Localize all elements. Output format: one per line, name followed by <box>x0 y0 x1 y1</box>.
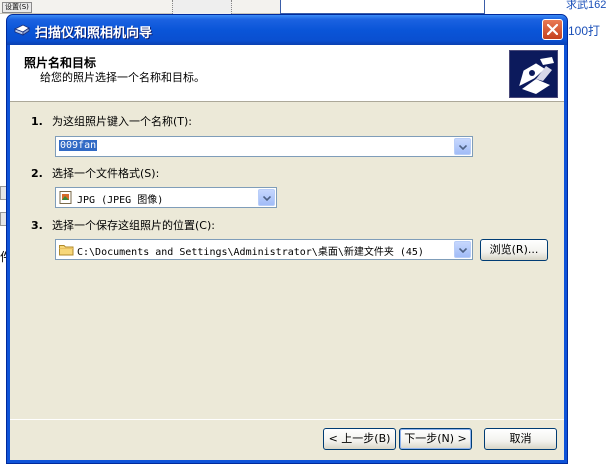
step-text: 选择一个保存这组照片的位置(C): <box>52 219 215 232</box>
chevron-down-icon <box>263 196 271 201</box>
wizard-client-area: 照片名和目标 给您的照片选择一个名称和目标。 1. 为这组照片键入一个名称(T):… <box>10 45 564 460</box>
background-dotted-panel <box>172 0 232 14</box>
footer-divider <box>10 419 564 420</box>
step-2-label: 2. 选择一个文件格式(S): <box>31 165 159 181</box>
save-location-dropdown-button[interactable] <box>454 241 471 258</box>
chevron-down-icon <box>459 248 467 253</box>
folder-icon <box>59 243 74 256</box>
close-button[interactable] <box>542 19 563 40</box>
step-text: 为这组照片键入一个名称(T): <box>52 115 193 128</box>
step-1-label: 1. 为这组照片键入一个名称(T): <box>31 113 192 129</box>
file-format-dropdown-button[interactable] <box>258 189 275 206</box>
background-text-top: 求武162 <box>566 0 607 11</box>
window-title: 扫描仪和照相机向导 <box>35 26 153 41</box>
next-button[interactable]: 下一步(N) > <box>399 428 472 450</box>
step-3-label: 3. 选择一个保存这组照片的位置(C): <box>31 217 215 233</box>
scanner-camera-wizard-window: 扫描仪和照相机向导 照片名和目标 给您的照片选择一个名称和目标。 1. 为这组照… <box>6 14 568 464</box>
photo-name-dropdown-button[interactable] <box>454 138 471 155</box>
photo-name-input[interactable]: 009fan <box>59 140 98 151</box>
page-subtitle: 给您的照片选择一个名称和目标。 <box>40 71 205 84</box>
save-location-value[interactable]: C:\Documents and Settings\Administrator\… <box>77 243 424 258</box>
save-location-combo[interactable]: C:\Documents and Settings\Administrator\… <box>55 239 473 260</box>
title-bar[interactable]: 扫描仪和照相机向导 <box>7 15 567 45</box>
background-text-mid: 100打 <box>568 24 601 38</box>
scanner-camera-icon <box>14 23 30 37</box>
chevron-down-icon <box>459 145 467 150</box>
background-toolbar: 设置(S) <box>0 0 286 14</box>
step-number: 2. <box>31 167 43 180</box>
file-format-select[interactable]: JPG (JPEG 图像) <box>55 187 277 208</box>
wizard-header: 照片名和目标 给您的照片选择一个名称和目标。 <box>10 45 564 102</box>
step-number: 1. <box>31 115 43 128</box>
background-settings-tab: 设置(S) <box>2 2 32 13</box>
photo-name-combo[interactable]: 009fan <box>55 136 473 157</box>
background-window-frame <box>280 0 485 14</box>
browse-button[interactable]: 浏览(R)... <box>480 239 548 261</box>
step-text: 选择一个文件格式(S): <box>52 167 160 180</box>
wizard-camera-icon <box>509 50 558 98</box>
close-icon <box>547 24 558 35</box>
cancel-button[interactable]: 取消 <box>484 428 557 450</box>
jpeg-file-icon <box>59 191 73 204</box>
step-number: 3. <box>31 219 43 232</box>
back-button[interactable]: < 上一步(B) <box>323 428 396 450</box>
file-format-value: JPG (JPEG 图像) <box>77 195 164 206</box>
